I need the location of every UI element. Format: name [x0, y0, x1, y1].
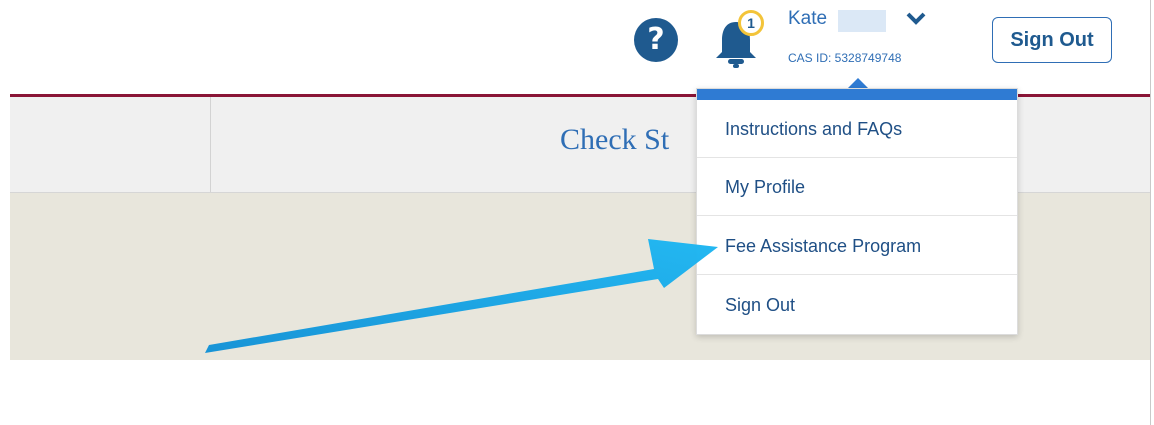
annotation-arrow — [205, 239, 718, 353]
